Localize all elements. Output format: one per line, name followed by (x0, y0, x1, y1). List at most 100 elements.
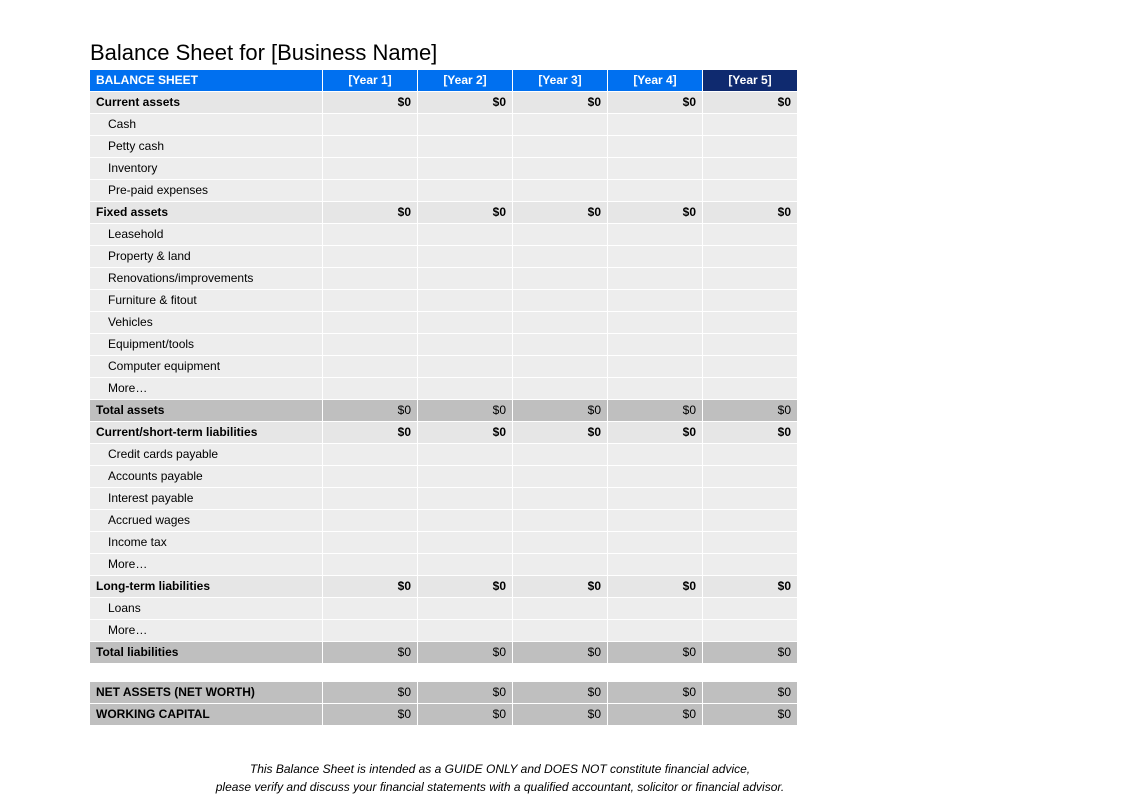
row-value (323, 532, 418, 554)
row-value (513, 114, 608, 136)
row-value (703, 532, 798, 554)
row-value (608, 598, 703, 620)
header-row: BALANCE SHEET [Year 1] [Year 2] [Year 3]… (90, 70, 798, 92)
row-label: Income tax (90, 532, 323, 554)
row-value (608, 378, 703, 400)
row-value: $0 (703, 642, 798, 664)
row-value (608, 444, 703, 466)
row-value (323, 488, 418, 510)
row-value (703, 136, 798, 158)
header-year-1: [Year 1] (323, 70, 418, 92)
row-value: $0 (703, 202, 798, 224)
row-value (418, 510, 513, 532)
row-value (608, 114, 703, 136)
row-value: $0 (323, 92, 418, 114)
row-value: $0 (418, 642, 513, 664)
header-label: BALANCE SHEET (90, 70, 323, 92)
item-row: Computer equipment (90, 356, 798, 378)
row-label: Inventory (90, 158, 323, 180)
row-value: $0 (703, 704, 798, 726)
row-value: $0 (323, 642, 418, 664)
row-value: $0 (418, 704, 513, 726)
row-value (323, 180, 418, 202)
row-value (418, 620, 513, 642)
row-value (418, 532, 513, 554)
row-value: $0 (513, 704, 608, 726)
row-label: More… (90, 554, 323, 576)
row-value (513, 180, 608, 202)
row-value (703, 356, 798, 378)
row-label: Cash (90, 114, 323, 136)
item-row: Inventory (90, 158, 798, 180)
row-value (513, 488, 608, 510)
row-value (323, 114, 418, 136)
row-value (513, 554, 608, 576)
row-value (703, 554, 798, 576)
disclaimer: This Balance Sheet is intended as a GUID… (90, 760, 910, 796)
row-value (703, 620, 798, 642)
total-liabilities-row: Total liabilities$0$0$0$0$0 (90, 642, 798, 664)
row-value (703, 488, 798, 510)
row-value (703, 312, 798, 334)
row-label: Leasehold (90, 224, 323, 246)
row-value: $0 (513, 202, 608, 224)
row-value (703, 268, 798, 290)
row-value (418, 444, 513, 466)
row-value (703, 598, 798, 620)
row-value (418, 356, 513, 378)
row-value (703, 334, 798, 356)
row-value: $0 (703, 400, 798, 422)
row-value (608, 554, 703, 576)
row-value (703, 378, 798, 400)
item-row: Interest payable (90, 488, 798, 510)
row-value (703, 224, 798, 246)
net-assets-row: NET ASSETS (NET WORTH)$0$0$0$0$0 (90, 682, 798, 704)
row-value: $0 (608, 642, 703, 664)
item-row: Petty cash (90, 136, 798, 158)
row-value (418, 290, 513, 312)
row-value: $0 (418, 202, 513, 224)
row-value: $0 (323, 682, 418, 704)
row-value: $0 (703, 576, 798, 598)
row-value (418, 334, 513, 356)
row-value (513, 290, 608, 312)
header-year-5: [Year 5] (703, 70, 798, 92)
item-row: Vehicles (90, 312, 798, 334)
row-value (608, 290, 703, 312)
row-value: $0 (513, 422, 608, 444)
row-value (513, 620, 608, 642)
row-value (703, 290, 798, 312)
row-value (513, 378, 608, 400)
row-value (323, 510, 418, 532)
row-label: Property & land (90, 246, 323, 268)
disclaimer-line-2: please verify and discuss your financial… (216, 780, 785, 794)
row-value: $0 (418, 682, 513, 704)
row-value (608, 510, 703, 532)
row-value (513, 532, 608, 554)
row-value (703, 466, 798, 488)
row-value (418, 488, 513, 510)
row-value: $0 (703, 92, 798, 114)
row-label: Computer equipment (90, 356, 323, 378)
row-value (418, 224, 513, 246)
row-value (513, 466, 608, 488)
row-value (608, 356, 703, 378)
row-value: $0 (513, 642, 608, 664)
row-value (608, 334, 703, 356)
row-value (513, 598, 608, 620)
row-label: Total liabilities (90, 642, 323, 664)
row-value: $0 (608, 422, 703, 444)
row-value: $0 (608, 202, 703, 224)
row-value (513, 510, 608, 532)
row-value: $0 (323, 202, 418, 224)
row-value (608, 532, 703, 554)
row-value: $0 (608, 576, 703, 598)
row-value (323, 158, 418, 180)
item-row: Equipment/tools (90, 334, 798, 356)
row-label: WORKING CAPITAL (90, 704, 323, 726)
header-year-2: [Year 2] (418, 70, 513, 92)
row-value (323, 312, 418, 334)
row-value (608, 312, 703, 334)
balance-sheet-table: BALANCE SHEET [Year 1] [Year 2] [Year 3]… (90, 70, 798, 726)
row-label: Renovations/improvements (90, 268, 323, 290)
